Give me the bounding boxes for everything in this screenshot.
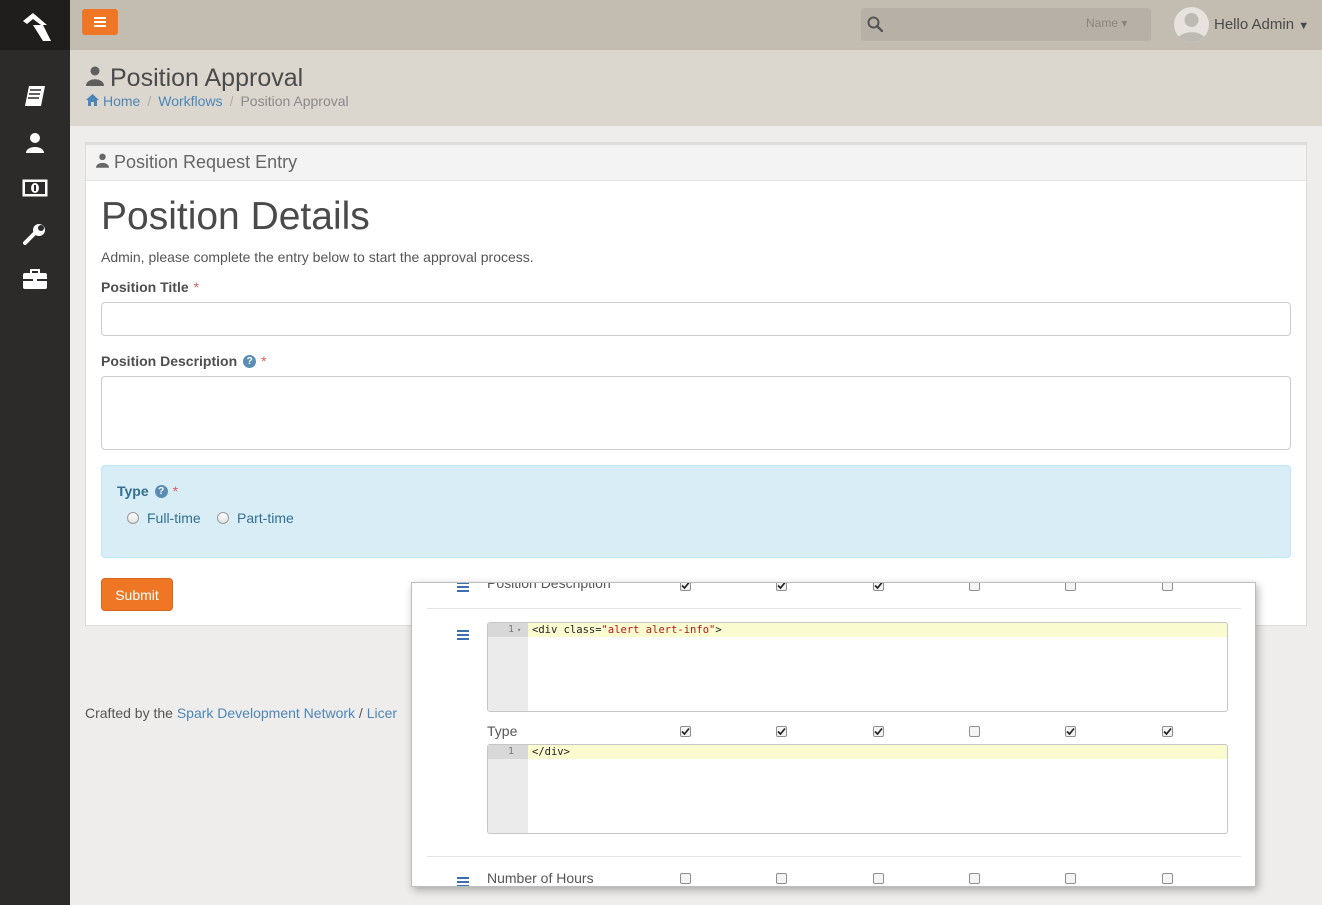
page-title: Position Approval — [86, 64, 303, 93]
help-icon[interactable]: ? — [154, 484, 168, 498]
breadcrumb: Home / Workflows / Position Approval — [86, 93, 349, 109]
permission-checkbox[interactable] — [969, 726, 980, 737]
home-icon[interactable] — [86, 93, 99, 109]
book-icon[interactable] — [0, 81, 70, 111]
search-filter-label: Name — [1086, 16, 1119, 30]
form-title: Position Details — [101, 195, 370, 238]
radio-button[interactable] — [217, 512, 229, 524]
user-icon — [96, 152, 109, 173]
permission-checkbox[interactable] — [680, 873, 691, 884]
search-box: Name ▾ — [861, 8, 1151, 41]
breadcrumb-separator: / — [229, 93, 234, 109]
drag-handle-icon[interactable] — [457, 583, 469, 597]
required-indicator: * — [261, 353, 267, 369]
avatar[interactable] — [1174, 7, 1209, 42]
post-html-editor[interactable]: 1 </div> — [487, 744, 1228, 834]
rock-logo-icon[interactable] — [0, 0, 70, 50]
radio-button[interactable] — [127, 512, 139, 524]
divider — [427, 856, 1241, 857]
permission-checkbox[interactable] — [1162, 583, 1173, 591]
line-number: 1 ▾ — [488, 623, 528, 637]
position-description-label-text: Position Description — [101, 353, 238, 369]
position-title-label-text: Position Title — [101, 279, 189, 295]
permission-checkbox[interactable] — [1162, 873, 1173, 884]
caret-down-icon: ▼ — [1298, 20, 1310, 32]
drag-overlay: Position Description 1 ▾ <div class="aler… — [411, 582, 1256, 887]
page-title-text: Position Approval — [110, 64, 304, 92]
radio-label: Part-time — [237, 510, 294, 526]
permission-checkbox[interactable] — [1065, 873, 1076, 884]
page-header: Position Approval Home / Workflows / Pos… — [70, 50, 1322, 126]
pre-html-editor[interactable]: 1 ▾ <div class="alert alert-info"> — [487, 622, 1228, 712]
position-description-label: Position Description ? * — [101, 353, 267, 369]
position-description-textarea[interactable] — [101, 376, 1291, 450]
required-indicator: * — [172, 483, 179, 499]
panel-heading: Position Request Entry — [86, 145, 1306, 181]
position-title-input[interactable] — [101, 302, 1291, 336]
type-label: Type ? * — [117, 483, 178, 499]
top-bar: Name ▾ Hello Admin ▼ — [70, 0, 1322, 50]
position-title-label: Position Title * — [101, 279, 199, 295]
user-icon — [86, 64, 104, 93]
submit-button[interactable]: Submit — [101, 578, 173, 611]
divider — [427, 608, 1241, 609]
search-input[interactable] — [891, 13, 1071, 37]
type-field-alert: Type ? * Full-time Part-time — [101, 465, 1291, 558]
user-menu-toggle[interactable]: Hello Admin ▼ — [1214, 16, 1309, 33]
briefcase-icon[interactable] — [0, 264, 70, 294]
radio-label: Full-time — [147, 510, 201, 526]
money-icon[interactable] — [0, 173, 70, 203]
footer-prefix: Crafted by the — [85, 705, 177, 721]
panel-heading-text: Position Request Entry — [114, 152, 298, 172]
radio-full-time[interactable]: Full-time — [127, 510, 201, 526]
code-line: </div> — [532, 746, 570, 758]
active-line — [488, 745, 1227, 759]
permission-checkbox[interactable] — [1162, 726, 1173, 737]
permission-checkbox[interactable] — [1065, 726, 1076, 737]
drag-handle-icon[interactable] — [457, 874, 469, 886]
permission-checkbox[interactable] — [776, 873, 787, 884]
code-line: <div class="alert alert-info"> — [532, 624, 722, 636]
permission-checkbox[interactable] — [873, 873, 884, 884]
wrench-icon[interactable] — [0, 220, 70, 250]
breadcrumb-current: Position Approval — [240, 93, 349, 109]
search-filter-dropdown[interactable]: Name ▾ — [1086, 16, 1127, 30]
user-icon[interactable] — [0, 128, 70, 158]
help-icon[interactable]: ? — [243, 354, 257, 368]
caret-down-icon: ▾ — [1121, 16, 1128, 30]
permission-checkbox[interactable] — [776, 583, 787, 591]
position-request-panel: Position Request Entry Position Details … — [85, 142, 1307, 626]
permission-checkbox[interactable] — [873, 583, 884, 591]
footer-separator: / — [355, 705, 367, 721]
required-indicator: * — [193, 279, 200, 295]
permission-checkbox[interactable] — [776, 726, 787, 737]
permission-checkbox[interactable] — [680, 726, 691, 737]
drag-handle-icon[interactable] — [457, 627, 469, 645]
permission-checkbox[interactable] — [873, 726, 884, 737]
row-label: Number of Hours — [487, 870, 594, 886]
user-greeting: Hello Admin — [1214, 16, 1295, 33]
menu-toggle-button[interactable] — [82, 9, 118, 35]
type-label-text: Type — [117, 483, 149, 499]
line-number: 1 — [488, 745, 528, 759]
row-label: Type — [487, 723, 518, 739]
permission-checkbox[interactable] — [1065, 583, 1076, 591]
radio-part-time[interactable]: Part-time — [217, 510, 294, 526]
search-icon[interactable] — [867, 16, 884, 37]
breadcrumb-workflows[interactable]: Workflows — [158, 93, 222, 109]
footer-spark-link[interactable]: Spark Development Network — [177, 705, 355, 721]
permission-checkbox[interactable] — [969, 873, 980, 884]
form-intro: Admin, please complete the entry below t… — [101, 249, 534, 265]
permission-checkbox[interactable] — [969, 583, 980, 591]
permission-checkbox[interactable] — [680, 583, 691, 591]
footer-license-link[interactable]: Licer — [367, 705, 397, 721]
footer: Crafted by the Spark Development Network… — [85, 705, 397, 721]
row-label: Position Description — [487, 582, 611, 591]
breadcrumb-home[interactable]: Home — [103, 93, 140, 109]
breadcrumb-separator: / — [147, 93, 152, 109]
sidebar — [0, 0, 70, 905]
